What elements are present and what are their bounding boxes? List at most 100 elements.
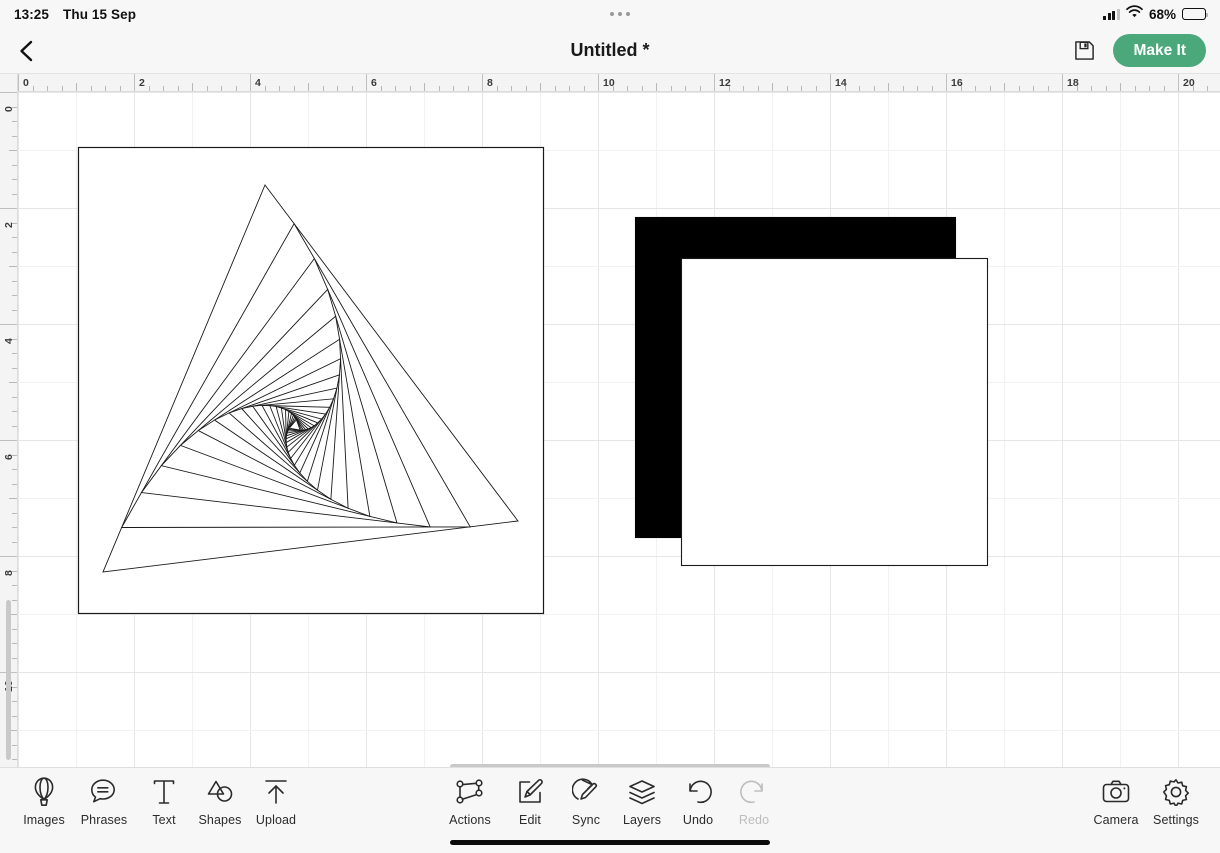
- toolbar-item-label: Redo: [738, 813, 770, 827]
- status-date: Thu 15 Sep: [63, 6, 137, 22]
- wifi-icon: [1126, 5, 1143, 23]
- toolbar-item-label: Text: [152, 813, 176, 827]
- ruler-major-tick: [0, 324, 17, 325]
- save-button[interactable]: [1069, 36, 1099, 66]
- ruler-major-tick: [250, 74, 251, 91]
- string-art-triangle-spiral[interactable]: [77, 146, 545, 615]
- pencil-square-edit-icon: [516, 777, 544, 807]
- ruler-minor-tick: [540, 83, 541, 91]
- ruler-minor-tick: [1120, 83, 1121, 91]
- white-square[interactable]: [680, 257, 989, 567]
- design-canvas[interactable]: [18, 92, 1220, 767]
- multitasking-dots-icon[interactable]: [609, 12, 630, 16]
- status-time: 13:25: [14, 6, 50, 22]
- ruler-label: 6: [371, 77, 377, 89]
- ruler-major-tick: [946, 74, 947, 91]
- ruler-label: 4: [255, 77, 261, 89]
- nodes-actions-icon: [455, 777, 485, 807]
- toolbar-item-label: Edit: [519, 813, 541, 827]
- horizontal-ruler[interactable]: 0 2 4 6 8 10 12 14 16 18 20: [0, 74, 1220, 92]
- ruler-minor-tick: [9, 382, 17, 383]
- back-button[interactable]: [0, 28, 52, 74]
- toolbar-item-actions[interactable]: Actions: [438, 777, 502, 827]
- toolbar-item-shapes[interactable]: Shapes: [192, 777, 248, 827]
- toolbar-system-group: Camera Settings: [1088, 768, 1220, 827]
- ruler-minor-tick: [1004, 83, 1005, 91]
- layers-stack-icon: [627, 777, 657, 807]
- upload-arrow-icon: [262, 777, 290, 807]
- chevron-left-icon: [20, 40, 33, 61]
- cellular-signal-icon: [1103, 8, 1120, 20]
- toolbar-item-label: Settings: [1153, 813, 1199, 827]
- toolbar-item-upload[interactable]: Upload: [248, 777, 304, 827]
- text-t-icon: [150, 777, 178, 807]
- toolbar-edit-group: Actions Edit Sync Layers Undo Redo: [438, 777, 782, 827]
- status-bar-left: 13:25 Thu 15 Sep: [0, 7, 136, 22]
- canvas-shapes[interactable]: [18, 92, 1220, 767]
- toolbar-item-label: Phrases: [80, 813, 128, 827]
- ruler-minor-tick: [888, 83, 889, 91]
- ruler-major-tick: [0, 92, 17, 93]
- toolbar-item-settings[interactable]: Settings: [1144, 777, 1208, 827]
- status-bar-right: 68%: [1103, 5, 1220, 23]
- app-header: Untitled * Make It: [0, 28, 1220, 74]
- toolbar-item-images[interactable]: Images: [16, 777, 72, 827]
- toolbar-item-text[interactable]: Text: [136, 777, 192, 827]
- toolbar-item-edit[interactable]: Edit: [502, 777, 558, 827]
- gear-icon: [1162, 777, 1190, 807]
- ruler-minor-tick: [424, 83, 425, 91]
- toolbar-item-layers[interactable]: Layers: [614, 777, 670, 827]
- toolbar-item-label: Upload: [255, 813, 297, 827]
- toolbar-item-label: Layers: [622, 813, 662, 827]
- ruler-label: 2: [139, 77, 145, 89]
- make-it-button[interactable]: Make It: [1113, 34, 1206, 67]
- home-indicator: [450, 840, 770, 845]
- toolbar-item-sync[interactable]: Sync: [558, 777, 614, 827]
- status-bar-center: [136, 12, 1103, 16]
- speech-bubble-icon: [89, 777, 119, 807]
- toolbar-item-label: Undo: [682, 813, 714, 827]
- ruler-minor-tick: [9, 150, 17, 151]
- toolbar-item-label: Images: [23, 813, 65, 827]
- ruler-major-tick: [482, 74, 483, 91]
- app-root: 13:25 Thu 15 Sep 68% Untitled * Make It …: [0, 0, 1220, 853]
- ruler-minor-tick: [772, 83, 773, 91]
- redo-arrow-icon: [739, 777, 769, 807]
- page-title: Untitled *: [570, 40, 650, 60]
- shapes-icon: [205, 777, 235, 807]
- ruler-major-tick: [0, 556, 17, 557]
- toolbar-item-camera[interactable]: Camera: [1088, 777, 1144, 827]
- ruler-major-tick: [830, 74, 831, 91]
- toolbar-item-label: Sync: [571, 813, 601, 827]
- ruler-minor-tick: [9, 498, 17, 499]
- battery-icon: [1182, 8, 1209, 20]
- ruler-major-tick: [134, 74, 135, 91]
- status-bar: 13:25 Thu 15 Sep 68%: [0, 0, 1220, 28]
- bottom-toolbar: Images Phrases Text Shapes Upload Actions Edi…: [0, 767, 1220, 853]
- toolbar-item-phrases[interactable]: Phrases: [72, 777, 136, 827]
- toolbar-item-label: Actions: [449, 813, 491, 827]
- sync-pencil-icon: [572, 777, 600, 807]
- ruler-major-tick: [366, 74, 367, 91]
- ruler-minor-tick: [308, 83, 309, 91]
- ruler-major-tick: [0, 440, 17, 441]
- toolbar-item-label: Shapes: [198, 813, 242, 827]
- toolbar-item-redo: Redo: [726, 777, 782, 827]
- ruler-label: 0: [23, 77, 29, 89]
- ruler-minor-tick: [9, 266, 17, 267]
- ruler-minor-tick: [656, 83, 657, 91]
- hot-air-balloon-icon: [30, 777, 58, 807]
- toolbar-insert-group: Images Phrases Text Shapes Upload: [0, 768, 304, 827]
- ruler-label: 8: [487, 77, 493, 89]
- ruler-minor-tick: [76, 83, 77, 91]
- ruler-major-tick: [1062, 74, 1063, 91]
- camera-icon: [1101, 777, 1131, 807]
- vertical-scrollbar[interactable]: [6, 600, 11, 760]
- ruler-major-tick: [714, 74, 715, 91]
- ruler-major-tick: [598, 74, 599, 91]
- toolbar-item-undo[interactable]: Undo: [670, 777, 726, 827]
- ruler-minor-tick: [192, 83, 193, 91]
- undo-arrow-icon: [683, 777, 713, 807]
- toolbar-item-label: Camera: [1093, 813, 1139, 827]
- floppy-disk-save-icon: [1075, 41, 1094, 60]
